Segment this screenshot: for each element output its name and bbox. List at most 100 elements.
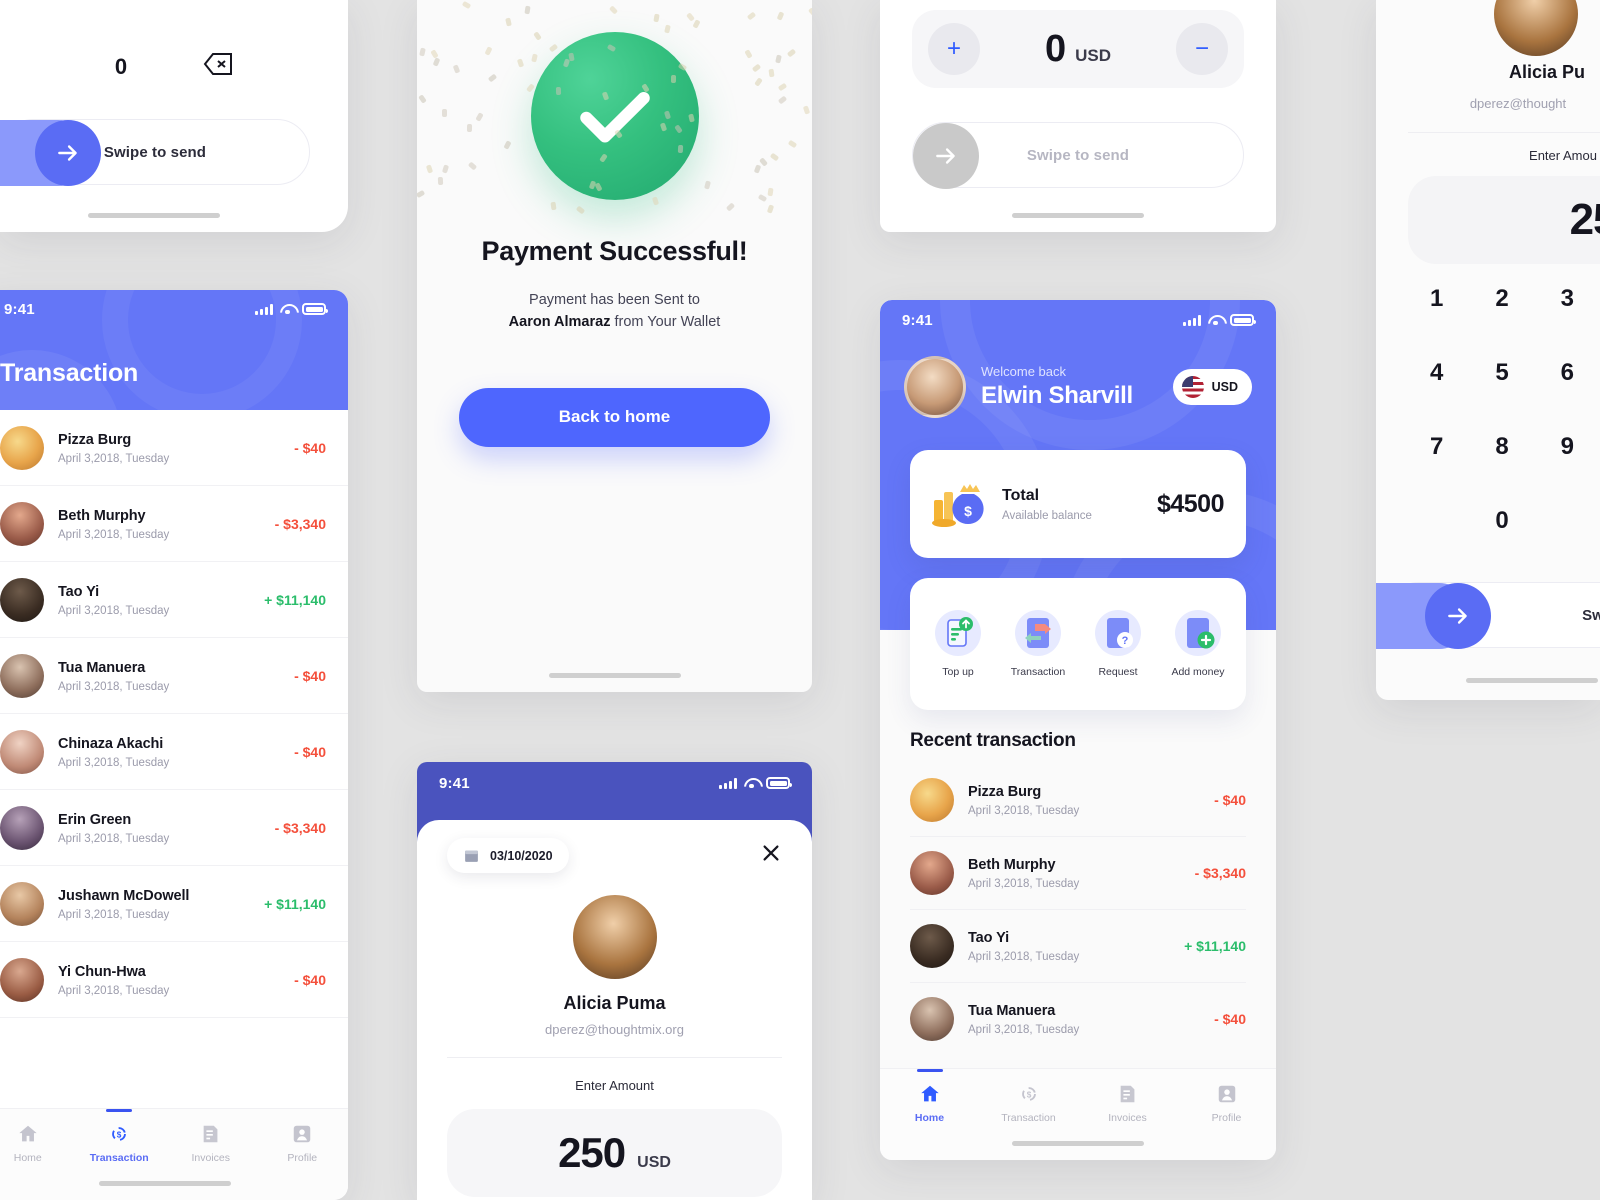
tab-profile[interactable]: Profile [257,1123,349,1164]
backspace-icon[interactable] [203,52,233,81]
keypad-key-1[interactable]: 1 [1404,285,1469,313]
row-text: Beth Murphy April 3,2018, Tuesday [58,508,261,541]
avatar [0,958,44,1002]
home-icon [17,1123,39,1145]
signal-icon [719,778,737,789]
table-row[interactable]: Erin Green April 3,2018, Tuesday - $3,340 [0,790,348,866]
status-icons [719,777,790,789]
tab-label: Invoices [191,1152,230,1164]
transaction-name: Pizza Burg [968,784,1200,800]
tab-transaction[interactable]: $ Transaction [979,1083,1078,1124]
transaction-amount: - $40 [294,668,326,684]
tab-home[interactable]: Home [880,1083,979,1124]
transaction-date: April 3,2018, Tuesday [58,909,250,921]
keypad-key-5[interactable]: 5 [1469,359,1534,387]
add-money-icon [1175,610,1221,656]
contact-email: dperez@thoughtmix.org [447,1022,782,1037]
swipe-knob[interactable] [1425,583,1491,649]
swipe-to-send-slider[interactable]: Swipe to send [0,119,310,185]
avatar[interactable] [904,356,966,418]
decrement-button[interactable]: − [1176,23,1228,75]
svg-text:?: ? [1122,635,1129,647]
tab-items: Home $ Transaction Invoices Profile [0,1109,348,1164]
table-row[interactable]: Beth Murphy April 3,2018, Tuesday - $3,340 [0,486,348,562]
tab-transaction[interactable]: $ Transaction [74,1123,166,1164]
total-subtitle: Available balance [1002,510,1092,522]
amount-input[interactable]: 250 USD [447,1109,782,1197]
action-label: Add money [1171,666,1224,678]
tab-invoices[interactable]: Invoices [165,1123,257,1164]
table-row[interactable]: Chinaza Akachi April 3,2018, Tuesday - $40 [0,714,348,790]
swipe-knob[interactable] [913,123,979,189]
tab-label: Home [14,1152,42,1164]
avatar [0,882,44,926]
table-row[interactable]: Tao Yi April 3,2018, Tuesday + $11,140 [0,562,348,638]
list-item[interactable]: Tao Yi April 3,2018, Tuesday + $11,140 [910,910,1246,983]
action-add-money[interactable]: Add money [1158,610,1238,678]
transaction-name: Tua Manuera [58,660,280,676]
keypad-key-3[interactable]: 3 [1535,285,1600,313]
list-item[interactable]: Beth Murphy April 3,2018, Tuesday - $3,340 [910,837,1246,910]
currency-badge[interactable]: USD [1173,369,1252,405]
list-item[interactable]: Tua Manuera April 3,2018, Tuesday - $40 [910,983,1246,1055]
transaction-name: Pizza Burg [58,432,280,448]
screen-enter-amount: 9:41 03/10/2020 Alicia Puma dperez@thoug… [417,762,812,1200]
row-text: Tua Manuera April 3,2018, Tuesday [58,660,280,693]
row-text: Tao Yi April 3,2018, Tuesday [968,930,1170,963]
us-flag-icon [1182,376,1204,398]
date-picker-pill[interactable]: 03/10/2020 [447,838,569,873]
wifi-icon [1208,315,1223,326]
amount-value: 250 [1570,195,1600,245]
home-icon [919,1083,941,1105]
enter-amount-label: Enter Amou [1376,148,1600,163]
bottom-tab-bar: Home $ Transaction Invoices Profile [880,1068,1276,1160]
keypad-key-7[interactable]: 7 [1404,433,1469,461]
transaction-name: Beth Murphy [58,508,261,524]
keypad-key-4[interactable]: 4 [1404,359,1469,387]
swipe-knob[interactable] [35,120,101,186]
action-transaction[interactable]: Transaction [998,610,1078,678]
row-text: Jushawn McDowell April 3,2018, Tuesday [58,888,250,921]
success-check-wrap [417,0,812,200]
tab-label: Home [915,1112,944,1124]
increment-button[interactable]: + [928,23,980,75]
keypad-key-8[interactable]: 8 [1469,433,1534,461]
transaction-amount: - $40 [1214,792,1246,808]
avatar [0,502,44,546]
table-row[interactable]: Tua Manuera April 3,2018, Tuesday - $40 [0,638,348,714]
row-text: Yi Chun-Hwa April 3,2018, Tuesday [58,964,280,997]
list-item[interactable]: Pizza Burg April 3,2018, Tuesday - $40 [910,764,1246,837]
contact-name: Alicia Pu [1376,62,1600,83]
keypad-key-6[interactable]: 6 [1535,359,1600,387]
avatar [910,924,954,968]
row-text: Tua Manuera April 3,2018, Tuesday [968,1003,1200,1036]
status-bar: 9:41 [417,762,812,792]
action-request[interactable]: ? Request [1078,610,1158,678]
transaction-amount: + $11,140 [264,592,326,608]
stepper-amount: 0 [1045,28,1066,71]
screenshot-canvas: 0 Swipe to send Payment Successful! Paym… [0,0,1600,1200]
transaction-name: Chinaza Akachi [58,736,280,752]
table-row[interactable]: Yi Chun-Hwa April 3,2018, Tuesday - $40 [0,942,348,1018]
tab-home[interactable]: Home [0,1123,74,1164]
back-to-home-button[interactable]: Back to home [459,388,770,447]
close-icon[interactable] [760,842,782,869]
keypad-key-9[interactable]: 9 [1535,433,1600,461]
stepper-value-group: 0 USD [1045,28,1111,71]
action-top-up[interactable]: Top up [918,610,998,678]
table-row[interactable]: Jushawn McDowell April 3,2018, Tuesday + $… [0,866,348,942]
swipe-to-send-slider[interactable]: Swipe to send [912,122,1244,188]
tab-profile[interactable]: Profile [1177,1083,1276,1124]
transaction-name: Yi Chun-Hwa [58,964,280,980]
amount-value: 250 [558,1129,625,1177]
swipe-to-send-slider[interactable]: Sw [1386,582,1600,648]
swipe-label: Sw [1502,607,1600,624]
home-indicator [1012,213,1144,218]
success-title: Payment Successful! [417,236,812,267]
keypad-key-0[interactable]: 0 [1469,507,1534,535]
keypad-key-2[interactable]: 2 [1469,285,1534,313]
avatar [573,895,657,979]
tab-invoices[interactable]: Invoices [1078,1083,1177,1124]
table-row[interactable]: Pizza Burg April 3,2018, Tuesday - $40 [0,410,348,486]
amount-input[interactable]: 250 [1408,176,1600,264]
